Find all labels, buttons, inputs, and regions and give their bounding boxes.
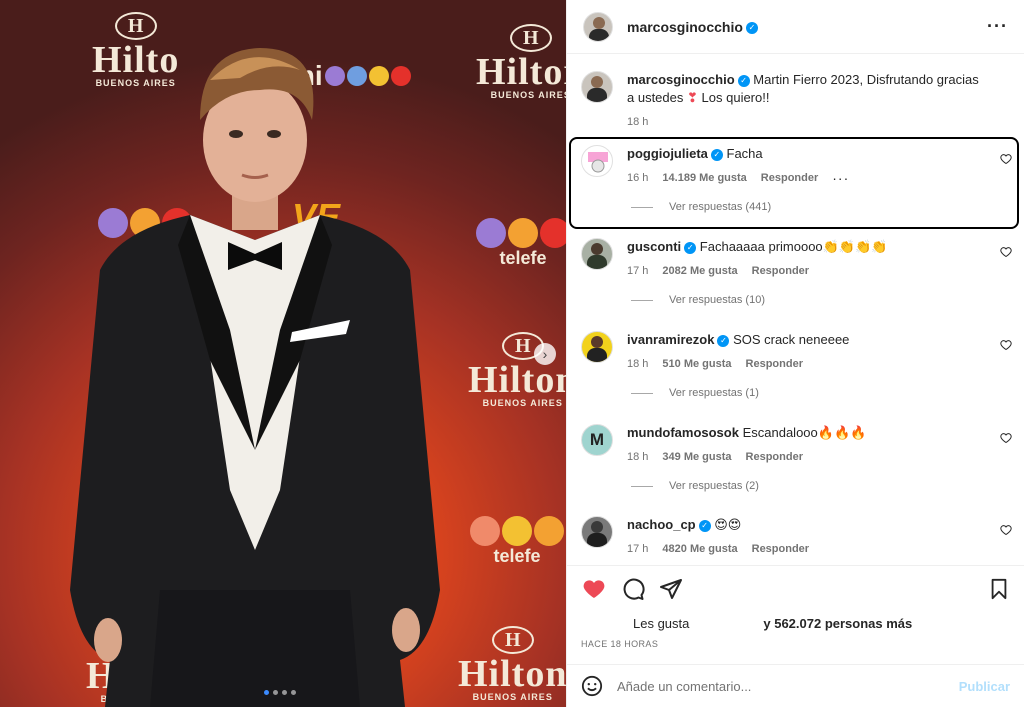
commenter-avatar[interactable]: M bbox=[581, 424, 613, 456]
reply-button[interactable]: Responder bbox=[746, 355, 803, 373]
comment-item: nachoo_cp ✓ 😍😍 17 h 4820 Me gusta Respond… bbox=[581, 516, 1012, 558]
reply-button[interactable]: Responder bbox=[761, 169, 818, 187]
add-comment-input[interactable] bbox=[617, 678, 959, 694]
view-replies-button[interactable]: Ver respuestas (10) bbox=[631, 294, 1012, 306]
likes-label: Les gusta bbox=[633, 616, 690, 631]
hilton-logo-top-right: H Hilton BUENOS AIRES bbox=[476, 24, 566, 100]
verified-badge-icon: ✓ bbox=[698, 519, 711, 532]
comment-username[interactable]: mundofamososok bbox=[627, 425, 739, 440]
next-photo-button[interactable]: › bbox=[534, 343, 556, 365]
more-horizontal-icon[interactable]: ··· bbox=[987, 16, 1008, 37]
post-caption: marcosginocchio ✓ Martin Fierro 2023, Dis… bbox=[581, 71, 1012, 131]
like-comment-icon[interactable] bbox=[1000, 246, 1012, 258]
post-actions: Les gusta y 562.072 personas más HACE 18… bbox=[567, 565, 1024, 649]
telefe-logo-right-top: telefe bbox=[476, 218, 566, 269]
comment-item: gusconti ✓ Fachaaaaa primoooo👏👏👏👏 17 h 20… bbox=[581, 238, 1012, 306]
comment-options-icon[interactable]: ··· bbox=[832, 169, 849, 187]
comment-likes[interactable]: 510 Me gusta bbox=[662, 355, 731, 373]
comment-time[interactable]: 16 h bbox=[627, 169, 648, 187]
post-time-ago[interactable]: HACE 18 HORAS bbox=[581, 639, 1010, 649]
like-heart-icon[interactable] bbox=[581, 577, 607, 601]
like-comment-icon[interactable] bbox=[1000, 432, 1012, 444]
post-header: marcosginocchio ✓ ··· bbox=[567, 0, 1024, 54]
reply-button[interactable]: Responder bbox=[746, 448, 803, 466]
verified-badge-icon: ✓ bbox=[717, 334, 730, 347]
comment-text: Escandalooo🔥🔥🔥 bbox=[742, 425, 867, 440]
author-avatar[interactable] bbox=[583, 11, 613, 42]
caption-text-end: Los quiero!! bbox=[701, 90, 770, 105]
save-bookmark-icon[interactable] bbox=[988, 577, 1010, 601]
verified-badge-icon: ✓ bbox=[684, 241, 697, 254]
commenter-avatar[interactable] bbox=[581, 145, 613, 177]
comment-text: Fachaaaaa primoooo👏👏👏👏 bbox=[699, 239, 888, 254]
hilton-logo-mid-right: H Hilton BUENOS AIRES bbox=[468, 332, 566, 408]
like-comment-icon[interactable] bbox=[1000, 524, 1012, 536]
publish-button[interactable]: Publicar bbox=[959, 679, 1010, 694]
comment-text: Facha bbox=[726, 146, 763, 161]
telefe-logo-right-bottom: telefe bbox=[470, 516, 564, 567]
like-comment-icon[interactable] bbox=[1000, 153, 1012, 165]
comment-time[interactable]: 18 h bbox=[627, 355, 648, 373]
comment-likes[interactable]: 14.189 Me gusta bbox=[662, 169, 746, 187]
comment-username[interactable]: ivanramirezok bbox=[627, 332, 714, 347]
comment-likes[interactable]: 4820 Me gusta bbox=[662, 540, 737, 558]
share-send-icon[interactable] bbox=[659, 577, 683, 601]
comment-likes[interactable]: 2082 Me gusta bbox=[662, 262, 737, 280]
author-username[interactable]: marcosginocchio ✓ bbox=[627, 19, 758, 35]
reply-button[interactable]: Responder bbox=[752, 540, 809, 558]
comment-username[interactable]: poggiojulieta bbox=[627, 146, 708, 161]
hilton-logo-bottom-right: H Hilton BUENOS AIRES bbox=[458, 626, 566, 702]
carousel-dots bbox=[264, 690, 296, 695]
verified-badge-icon: ✓ bbox=[745, 21, 758, 34]
view-replies-button[interactable]: Ver respuestas (1) bbox=[631, 387, 1012, 399]
reply-button[interactable]: Responder bbox=[752, 262, 809, 280]
man-in-tuxedo-image bbox=[70, 48, 440, 707]
caption-time[interactable]: 18 h bbox=[627, 113, 648, 131]
comment-item: ivanramirezok ✓ SOS crack neneeee 18 h 51… bbox=[581, 331, 1012, 399]
likes-count[interactable]: y 562.072 personas más bbox=[763, 616, 912, 631]
caption-author-avatar[interactable] bbox=[581, 71, 613, 103]
comment-time[interactable]: 17 h bbox=[627, 540, 648, 558]
caption-username[interactable]: marcosginocchio bbox=[627, 72, 735, 87]
comment-icon[interactable] bbox=[621, 577, 645, 601]
post-side-panel: marcosginocchio ✓ ··· marcosginocchio ✓ Ma… bbox=[566, 0, 1024, 707]
comment-username[interactable]: gusconti bbox=[627, 239, 681, 254]
verified-badge-icon: ✓ bbox=[737, 74, 750, 87]
comment-text: 😍😍 bbox=[714, 517, 742, 532]
post-photo[interactable]: H Hilto BUENOS AIRES mi H Hilton BUENOS … bbox=[0, 0, 566, 707]
comment-item: M mundofamososok Escandalooo🔥🔥🔥 18 h 349… bbox=[581, 424, 1012, 492]
comment-text: SOS crack neneeee bbox=[733, 332, 850, 347]
commenter-avatar[interactable] bbox=[581, 331, 613, 363]
view-replies-button[interactable]: Ver respuestas (441) bbox=[631, 201, 1012, 213]
comment-time[interactable]: 18 h bbox=[627, 448, 648, 466]
comment-time[interactable]: 17 h bbox=[627, 262, 648, 280]
comment-item: poggiojulieta ✓ Facha 16 h 14.189 Me gust… bbox=[581, 145, 1012, 213]
view-replies-button[interactable]: Ver respuestas (2) bbox=[631, 480, 1012, 492]
like-comment-icon[interactable] bbox=[1000, 339, 1012, 351]
commenter-avatar[interactable] bbox=[581, 238, 613, 270]
add-comment-bar: Publicar bbox=[567, 664, 1024, 707]
heart-emoji-icon: ❣ bbox=[687, 90, 698, 105]
emoji-smiley-icon[interactable] bbox=[581, 675, 603, 697]
verified-badge-icon: ✓ bbox=[710, 148, 723, 161]
comments-list[interactable]: marcosginocchio ✓ Martin Fierro 2023, Dis… bbox=[567, 55, 1024, 565]
comment-likes[interactable]: 349 Me gusta bbox=[662, 448, 731, 466]
commenter-avatar[interactable] bbox=[581, 516, 613, 548]
likes-summary[interactable]: Les gusta y 562.072 personas más bbox=[581, 616, 1010, 631]
comment-username[interactable]: nachoo_cp bbox=[627, 517, 696, 532]
